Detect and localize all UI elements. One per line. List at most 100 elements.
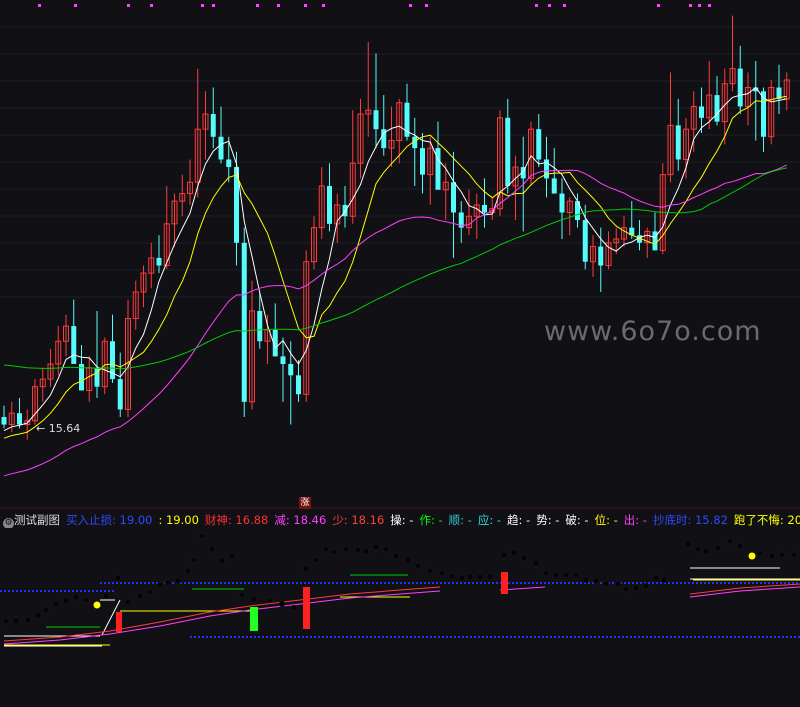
indicator-dot	[52, 600, 60, 608]
indicator-dot	[266, 596, 274, 604]
indicator-legend: ⚙测试副图 买入止损: 19.00: 19.00 财神: 16.88 减: 18.46…	[0, 512, 800, 528]
indicator-dot	[124, 598, 132, 606]
indicator-dot	[102, 592, 110, 600]
legend-item: 财神: 16.88	[205, 513, 268, 527]
indicator-dot	[24, 616, 32, 624]
legend-label: 抄底时:	[652, 513, 692, 527]
indicator-dot	[322, 545, 330, 553]
candle-body-down	[218, 136, 224, 160]
legend-value: 19.00	[115, 513, 153, 527]
low-price-label: ← 15.64	[36, 422, 81, 435]
indicator-dot	[520, 554, 528, 562]
indicator-dot	[768, 552, 776, 560]
legend-value: 20.9	[787, 513, 800, 527]
indicator-dot	[414, 562, 422, 570]
top-signal-marker	[212, 4, 215, 7]
candle-body-down	[536, 129, 542, 160]
indicator-dot	[622, 585, 630, 593]
indicator-dot	[342, 545, 350, 553]
legend-item: 顺: -	[449, 513, 472, 527]
indicator-dot	[684, 540, 692, 548]
indicator-dot	[208, 545, 216, 553]
indicator-dot	[278, 600, 286, 608]
indicator-dot	[438, 569, 446, 577]
yellow-highlight-dot	[93, 601, 101, 609]
candle-body-down	[241, 242, 247, 402]
indicator-dot	[392, 552, 400, 560]
top-signal-marker	[127, 4, 130, 7]
indicator-title[interactable]: 测试副图	[14, 513, 60, 527]
candle-body-down	[156, 257, 162, 266]
indicator-dot	[62, 597, 70, 605]
indicator-dot	[552, 571, 560, 579]
legend-item: 作: -	[419, 513, 442, 527]
settings-icon[interactable]: ⚙	[3, 518, 14, 528]
indicator-dot	[34, 611, 42, 619]
watermark: www.6o7o.com	[544, 316, 762, 347]
indicator-dot	[500, 551, 508, 559]
indicator-dot	[302, 565, 310, 573]
top-signal-marker	[689, 4, 692, 7]
top-signal-marker	[409, 4, 412, 7]
indicator-dot	[582, 576, 590, 584]
indicator-dot	[486, 573, 494, 581]
legend-item: : 19.00	[158, 513, 198, 527]
indicator-dot	[2, 617, 10, 625]
indicator-dot	[790, 551, 798, 559]
legend-value: -	[551, 513, 560, 527]
legend-label: 财神:	[204, 513, 232, 527]
legend-label: 少:	[332, 513, 348, 527]
indicator-dot	[330, 548, 338, 556]
indicator-dot	[448, 572, 456, 580]
legend-label: 作:	[419, 513, 435, 527]
legend-value: -	[464, 513, 472, 527]
candle-body-down	[327, 185, 332, 224]
indicator-dot	[354, 546, 362, 554]
legend-label: 跑了不悔:	[733, 513, 784, 527]
indicator-dot	[778, 551, 786, 559]
yellow-highlight-dot	[748, 552, 756, 560]
candle-body-down	[714, 95, 720, 122]
indicator-dot	[136, 592, 144, 600]
low-price-value: 15.64	[48, 422, 81, 435]
candle-body-down	[342, 204, 348, 217]
indicator-dot	[198, 532, 206, 540]
candle-body-down	[288, 363, 294, 376]
indicator-dot	[476, 573, 484, 581]
indicator-dot	[652, 574, 660, 582]
candle-body-down	[296, 375, 301, 395]
candle-body-down	[71, 326, 77, 364]
top-signal-marker	[563, 4, 566, 7]
legend-value: 16.88	[231, 513, 269, 527]
indicator-dot	[702, 547, 710, 555]
indicator-dot	[602, 580, 610, 588]
legend-value: -	[580, 513, 589, 527]
legend-label: 破:	[565, 513, 581, 527]
indicator-dot	[228, 552, 236, 560]
indicator-dot	[238, 591, 246, 599]
candle-body-down	[675, 125, 681, 160]
candle-body-down	[420, 148, 425, 175]
legend-item: 少: 18.16	[332, 513, 384, 527]
candle-body-down	[582, 220, 588, 262]
top-signal-marker	[304, 4, 307, 7]
indicator-dot	[510, 549, 518, 557]
chart-window: ← 15.64 www.6o7o.com 涨 ⚙测试副图 买入止损: 19.00:…	[0, 0, 800, 707]
indicator-dot	[382, 545, 390, 553]
legend-value: 19.00	[162, 513, 199, 527]
top-signal-marker	[277, 4, 280, 7]
legend-label: 应:	[477, 513, 494, 527]
legend-item: 位: -	[595, 513, 618, 527]
indicator-dot	[250, 595, 258, 603]
legend-item: 减: 18.46	[274, 513, 326, 527]
top-signal-marker	[38, 4, 41, 7]
top-signal-marker	[425, 4, 428, 7]
indicator-dot	[736, 542, 744, 550]
indicator-dot	[714, 544, 722, 552]
legend-value: -	[522, 513, 531, 527]
legend-item: 势: -	[536, 513, 559, 527]
candle-body-down	[737, 68, 743, 107]
indicator-dot	[184, 567, 192, 575]
top-signal-marker	[256, 4, 259, 7]
candle-body-down	[559, 193, 565, 213]
